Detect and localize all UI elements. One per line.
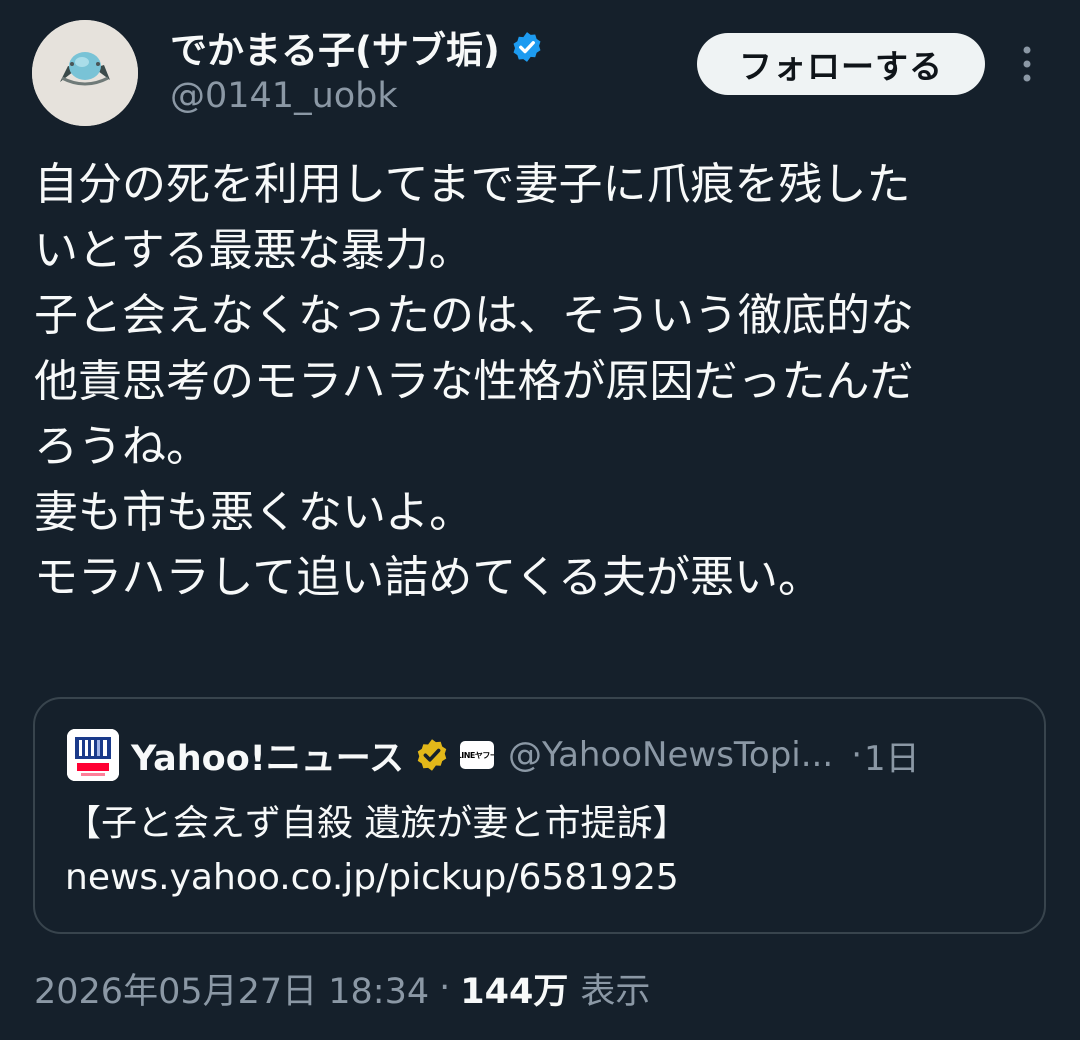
- quoted-tweet-link[interactable]: news.yahoo.co.jp/pickup/6581925: [65, 851, 679, 905]
- author-avatar[interactable]: [32, 20, 138, 126]
- meta-separator: ·: [439, 968, 451, 1008]
- gold-verified-badge-icon: [417, 739, 447, 771]
- author-display-name[interactable]: でかまる子(サブ垢): [170, 20, 500, 74]
- tweet-line: 他責思考のモラハラな性格が原因だったんだ: [34, 355, 914, 407]
- verified-badge-icon: [513, 32, 541, 62]
- tweet-line: 妻も市も悪くないよ。: [34, 486, 474, 538]
- tweet-timestamp[interactable]: 2026年05月27日 18:34: [34, 963, 429, 1014]
- follow-button[interactable]: フォローする: [697, 33, 985, 95]
- ring-photo-avatar: [32, 20, 138, 126]
- quoted-author-name: Yahoo!ニュース: [131, 738, 404, 779]
- more-vertical-icon[interactable]: [1012, 40, 1042, 88]
- affiliate-badge: LINEヤフー: [459, 741, 494, 769]
- quoted-timestamp: 1日: [864, 738, 920, 779]
- author-handle[interactable]: @0141_uobk: [170, 76, 398, 116]
- tweet-line: 自分の死を利用してまで妻子に爪痕を残した: [34, 159, 911, 210]
- tweet-line: 子と会えなくなったのは、そういう徹底的な: [34, 290, 914, 341]
- quoted-tweet-header: Yahoo!ニュース LINEヤフー @YahooNewsTopi... · 1…: [67, 727, 920, 783]
- tweet-line: モラハラして追い詰めてくる夫が悪い。: [34, 552, 823, 603]
- tweet-text: 自分の死を利用してまで妻子に爪痕を残した いとする最悪な暴力。 子と会えなくなっ…: [34, 152, 1054, 611]
- yahoo-news-logo-icon: [67, 729, 119, 781]
- quoted-tweet-card[interactable]: Yahoo!ニュース LINEヤフー @YahooNewsTopi... · 1…: [33, 697, 1046, 934]
- yahoo-news-avatar: [67, 729, 119, 781]
- views-count: 144万: [460, 971, 569, 1012]
- views-label: 表示: [580, 971, 651, 1012]
- tweet-meta: 2026年05月27日 18:34 · 144万 表示: [34, 962, 650, 1014]
- quoted-separator: ·: [851, 735, 862, 775]
- tweet-line: いとする最悪な暴力。: [34, 224, 473, 276]
- tweet-line: ろうね。: [34, 421, 210, 472]
- quoted-tweet-text: 【子と会えず自殺 遺族が妻と市提訴】: [65, 803, 689, 844]
- quoted-author-handle: @YahooNewsTopi...: [507, 735, 834, 775]
- author-name-row[interactable]: でかまる子(サブ垢): [170, 22, 544, 72]
